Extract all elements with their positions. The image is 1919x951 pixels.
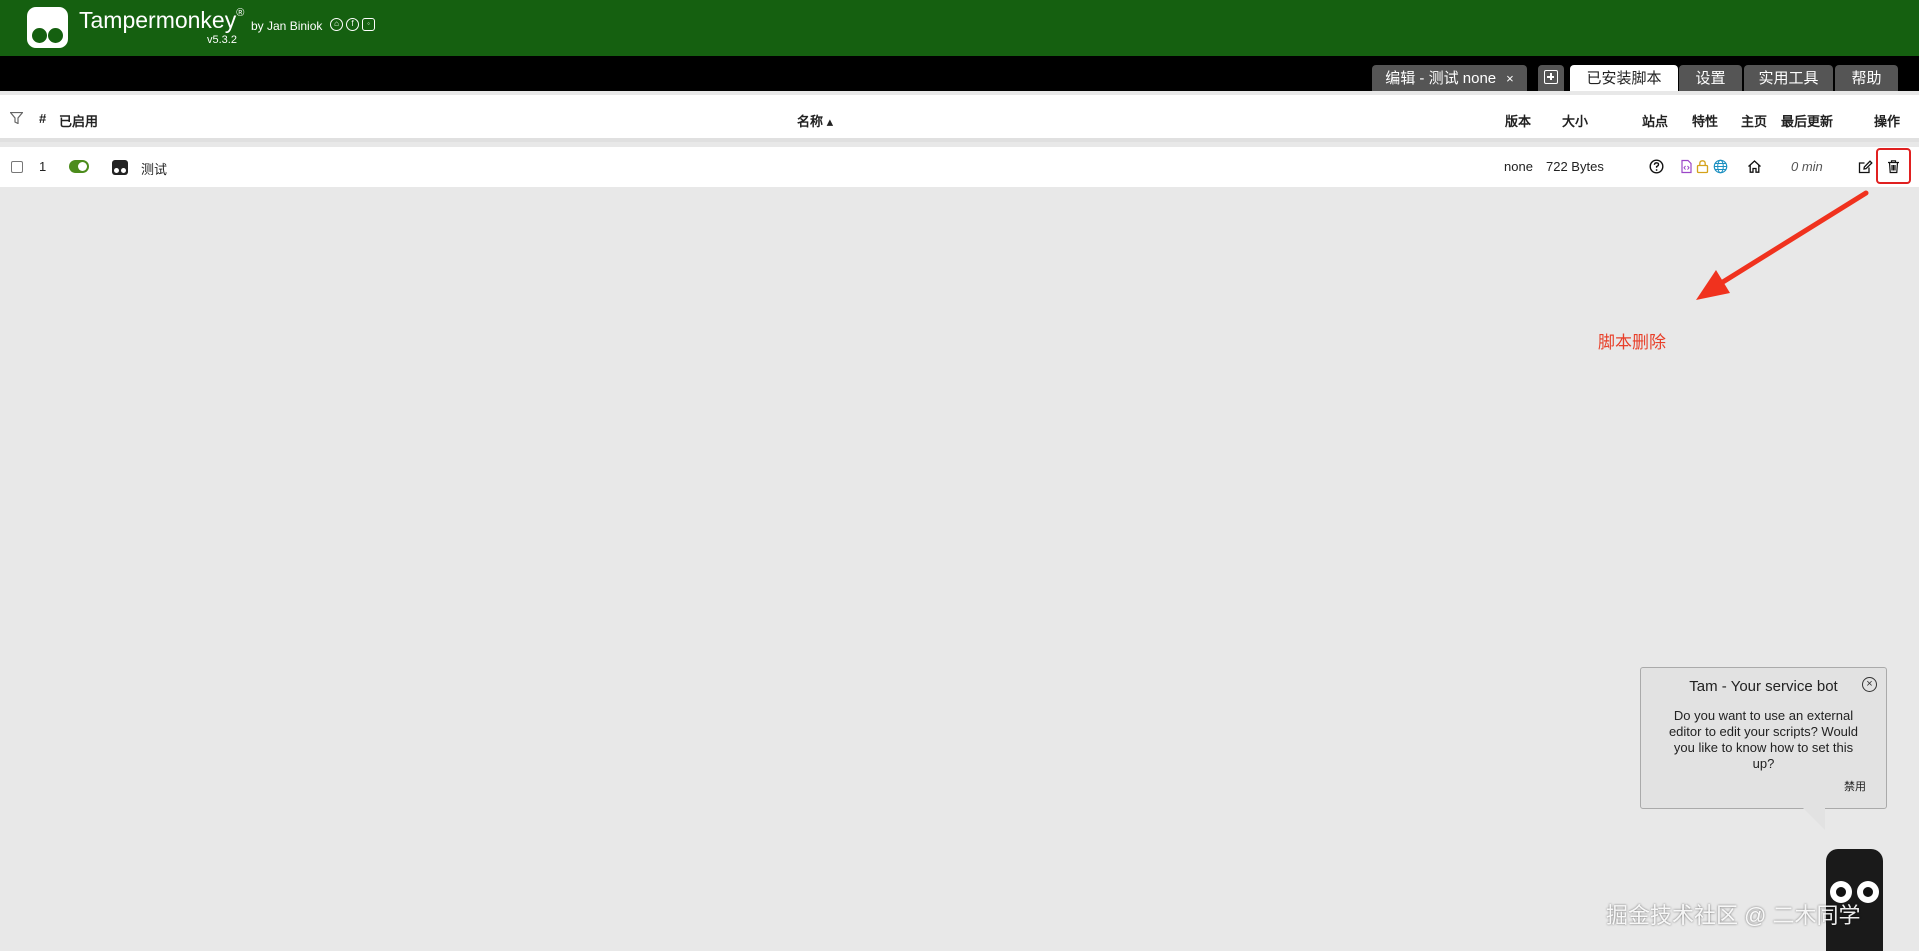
service-bot-message[interactable]: Do you want to use an external editor to… [1664, 708, 1864, 772]
annotation-arrow [1696, 190, 1869, 300]
disable-bot-button[interactable]: 禁用 [1844, 778, 1866, 794]
service-bot-bubble: Tam - Your service bot × Do you want to … [1640, 667, 1887, 809]
service-bot-title: Tam - Your service bot [1689, 678, 1838, 695]
close-icon[interactable]: × [1862, 677, 1877, 692]
bubble-tail [1803, 808, 1825, 830]
watermark-text: 掘金技术社区 @ 二木同学 [1606, 903, 1861, 928]
annotation-label: 脚本删除 [1598, 333, 1666, 352]
